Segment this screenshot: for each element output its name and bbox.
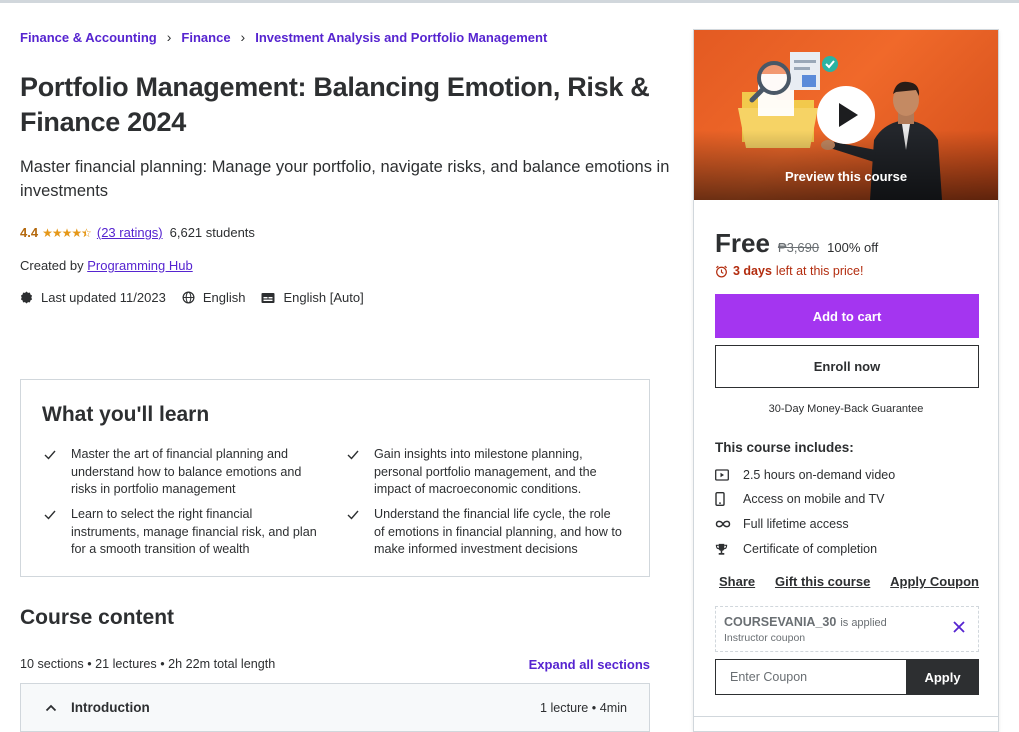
video-icon (715, 469, 729, 481)
check-icon (44, 510, 56, 520)
captions: English [Auto] (261, 290, 364, 305)
instructor-link[interactable]: Programming Hub (87, 258, 193, 273)
add-to-cart-button[interactable]: Add to cart (715, 294, 979, 338)
course-preview-video[interactable]: Preview this course (694, 30, 998, 200)
share-button[interactable]: Share (719, 574, 755, 589)
chevron-right-icon: › (240, 29, 246, 45)
original-price: ₱3,690 (777, 240, 820, 255)
gift-course-button[interactable]: Gift this course (775, 574, 870, 589)
preview-caption: Preview this course (784, 169, 908, 184)
purchase-sidebar: Preview this course Free ₱3,690 100% off… (693, 29, 999, 732)
page-title: Portfolio Management: Balancing Emotion,… (20, 72, 650, 137)
apply-coupon-submit-button[interactable]: Apply (906, 659, 979, 695)
learn-item: Learn to select the right financial inst… (44, 506, 321, 559)
include-item-lifetime: Full lifetime access (715, 517, 849, 531)
rating-row: 4.4 ★★★★☆★ (23 ratings) 6,621 students (20, 225, 255, 240)
check-icon (44, 450, 56, 460)
what-you-will-learn: What you'll learn Master the art of fina… (20, 379, 650, 577)
closed-caption-icon (261, 292, 275, 303)
current-price: Free (715, 228, 770, 258)
learn-item: Gain insights into milestone planning, p… (347, 446, 624, 499)
captions-text: English [Auto] (283, 290, 364, 305)
alert-badge-icon (20, 291, 33, 304)
globe-icon (182, 291, 195, 304)
course-content-summary: 10 sections • 21 lectures • 2h 22m total… (20, 657, 276, 671)
breadcrumb-item-finance-accounting[interactable]: Finance & Accounting (20, 30, 157, 45)
trophy-icon (715, 543, 728, 555)
learn-item: Understand the financial life cycle, the… (347, 506, 624, 559)
coupon-applied-text: is applied (840, 617, 887, 629)
learn-item: Master the art of financial planning and… (44, 446, 321, 499)
ratings-count-link[interactable]: (23 ratings) (97, 225, 163, 240)
infinity-icon (715, 520, 731, 528)
breadcrumb: Finance & Accounting › Finance › Investm… (20, 29, 547, 45)
language-text: English (202, 290, 246, 305)
coupon-code: COURSEVANIA_30 is applied (724, 615, 887, 629)
breadcrumb-item-investment-analysis[interactable]: Investment Analysis and Portfolio Manage… (255, 30, 547, 45)
section-info: 1 lecture • 4min (539, 700, 627, 715)
play-icon[interactable] (817, 86, 875, 144)
breadcrumb-item-finance[interactable]: Finance (181, 30, 230, 45)
apply-coupon-button[interactable]: Apply Coupon (890, 574, 979, 589)
section-row[interactable]: Introduction 1 lecture • 4min (20, 683, 650, 732)
coupon-input[interactable] (715, 659, 907, 695)
star-rating-icon: ★★★★☆★ (42, 225, 92, 240)
timer-text: left at this price! (775, 264, 864, 278)
money-back-guarantee: 30-Day Money-Back Guarantee (768, 403, 924, 415)
top-divider (0, 0, 1019, 3)
course-subtitle: Master financial planning: Manage your p… (20, 158, 670, 200)
last-updated-text: Last updated 11/2023 (41, 290, 166, 305)
rating-value: 4.4 (20, 225, 39, 240)
last-updated: Last updated 11/2023 (20, 290, 166, 305)
created-by: Created by Programming Hub (20, 258, 193, 273)
mobile-icon (715, 492, 725, 506)
created-by-label: Created by (20, 258, 84, 273)
timer-days: 3 days (733, 264, 772, 278)
sidebar-divider (694, 716, 998, 717)
include-item-video: 2.5 hours on-demand video (715, 468, 895, 482)
applied-coupon: COURSEVANIA_30 is applied Instructor coup… (715, 606, 979, 652)
language: English (182, 290, 246, 305)
check-icon (347, 510, 359, 520)
coupon-type: Instructor coupon (724, 632, 806, 644)
students-count: 6,621 students (169, 225, 255, 240)
course-content-title: Course content (20, 606, 175, 629)
section-title: Introduction (71, 700, 150, 715)
chevron-up-icon (45, 704, 57, 711)
expand-all-sections-button[interactable]: Expand all sections (529, 657, 650, 672)
discount-percent: 100% off (827, 240, 879, 255)
includes-title: This course includes: (715, 440, 854, 455)
include-item-mobile: Access on mobile and TV (715, 492, 885, 506)
learn-title: What you'll learn (42, 403, 210, 426)
close-icon[interactable] (952, 620, 966, 634)
price-timer: 3 days left at this price! (715, 264, 863, 278)
check-icon (347, 450, 359, 460)
alarm-clock-icon (715, 265, 728, 277)
chevron-right-icon: › (166, 29, 172, 45)
course-meta: Last updated 11/2023 English English [Au… (20, 290, 380, 305)
price-row: Free ₱3,690 100% off (715, 228, 878, 259)
sidebar-links: Share Gift this course Apply Coupon (719, 574, 979, 589)
include-item-certificate: Certificate of completion (715, 542, 877, 556)
enroll-now-button[interactable]: Enroll now (715, 345, 979, 388)
